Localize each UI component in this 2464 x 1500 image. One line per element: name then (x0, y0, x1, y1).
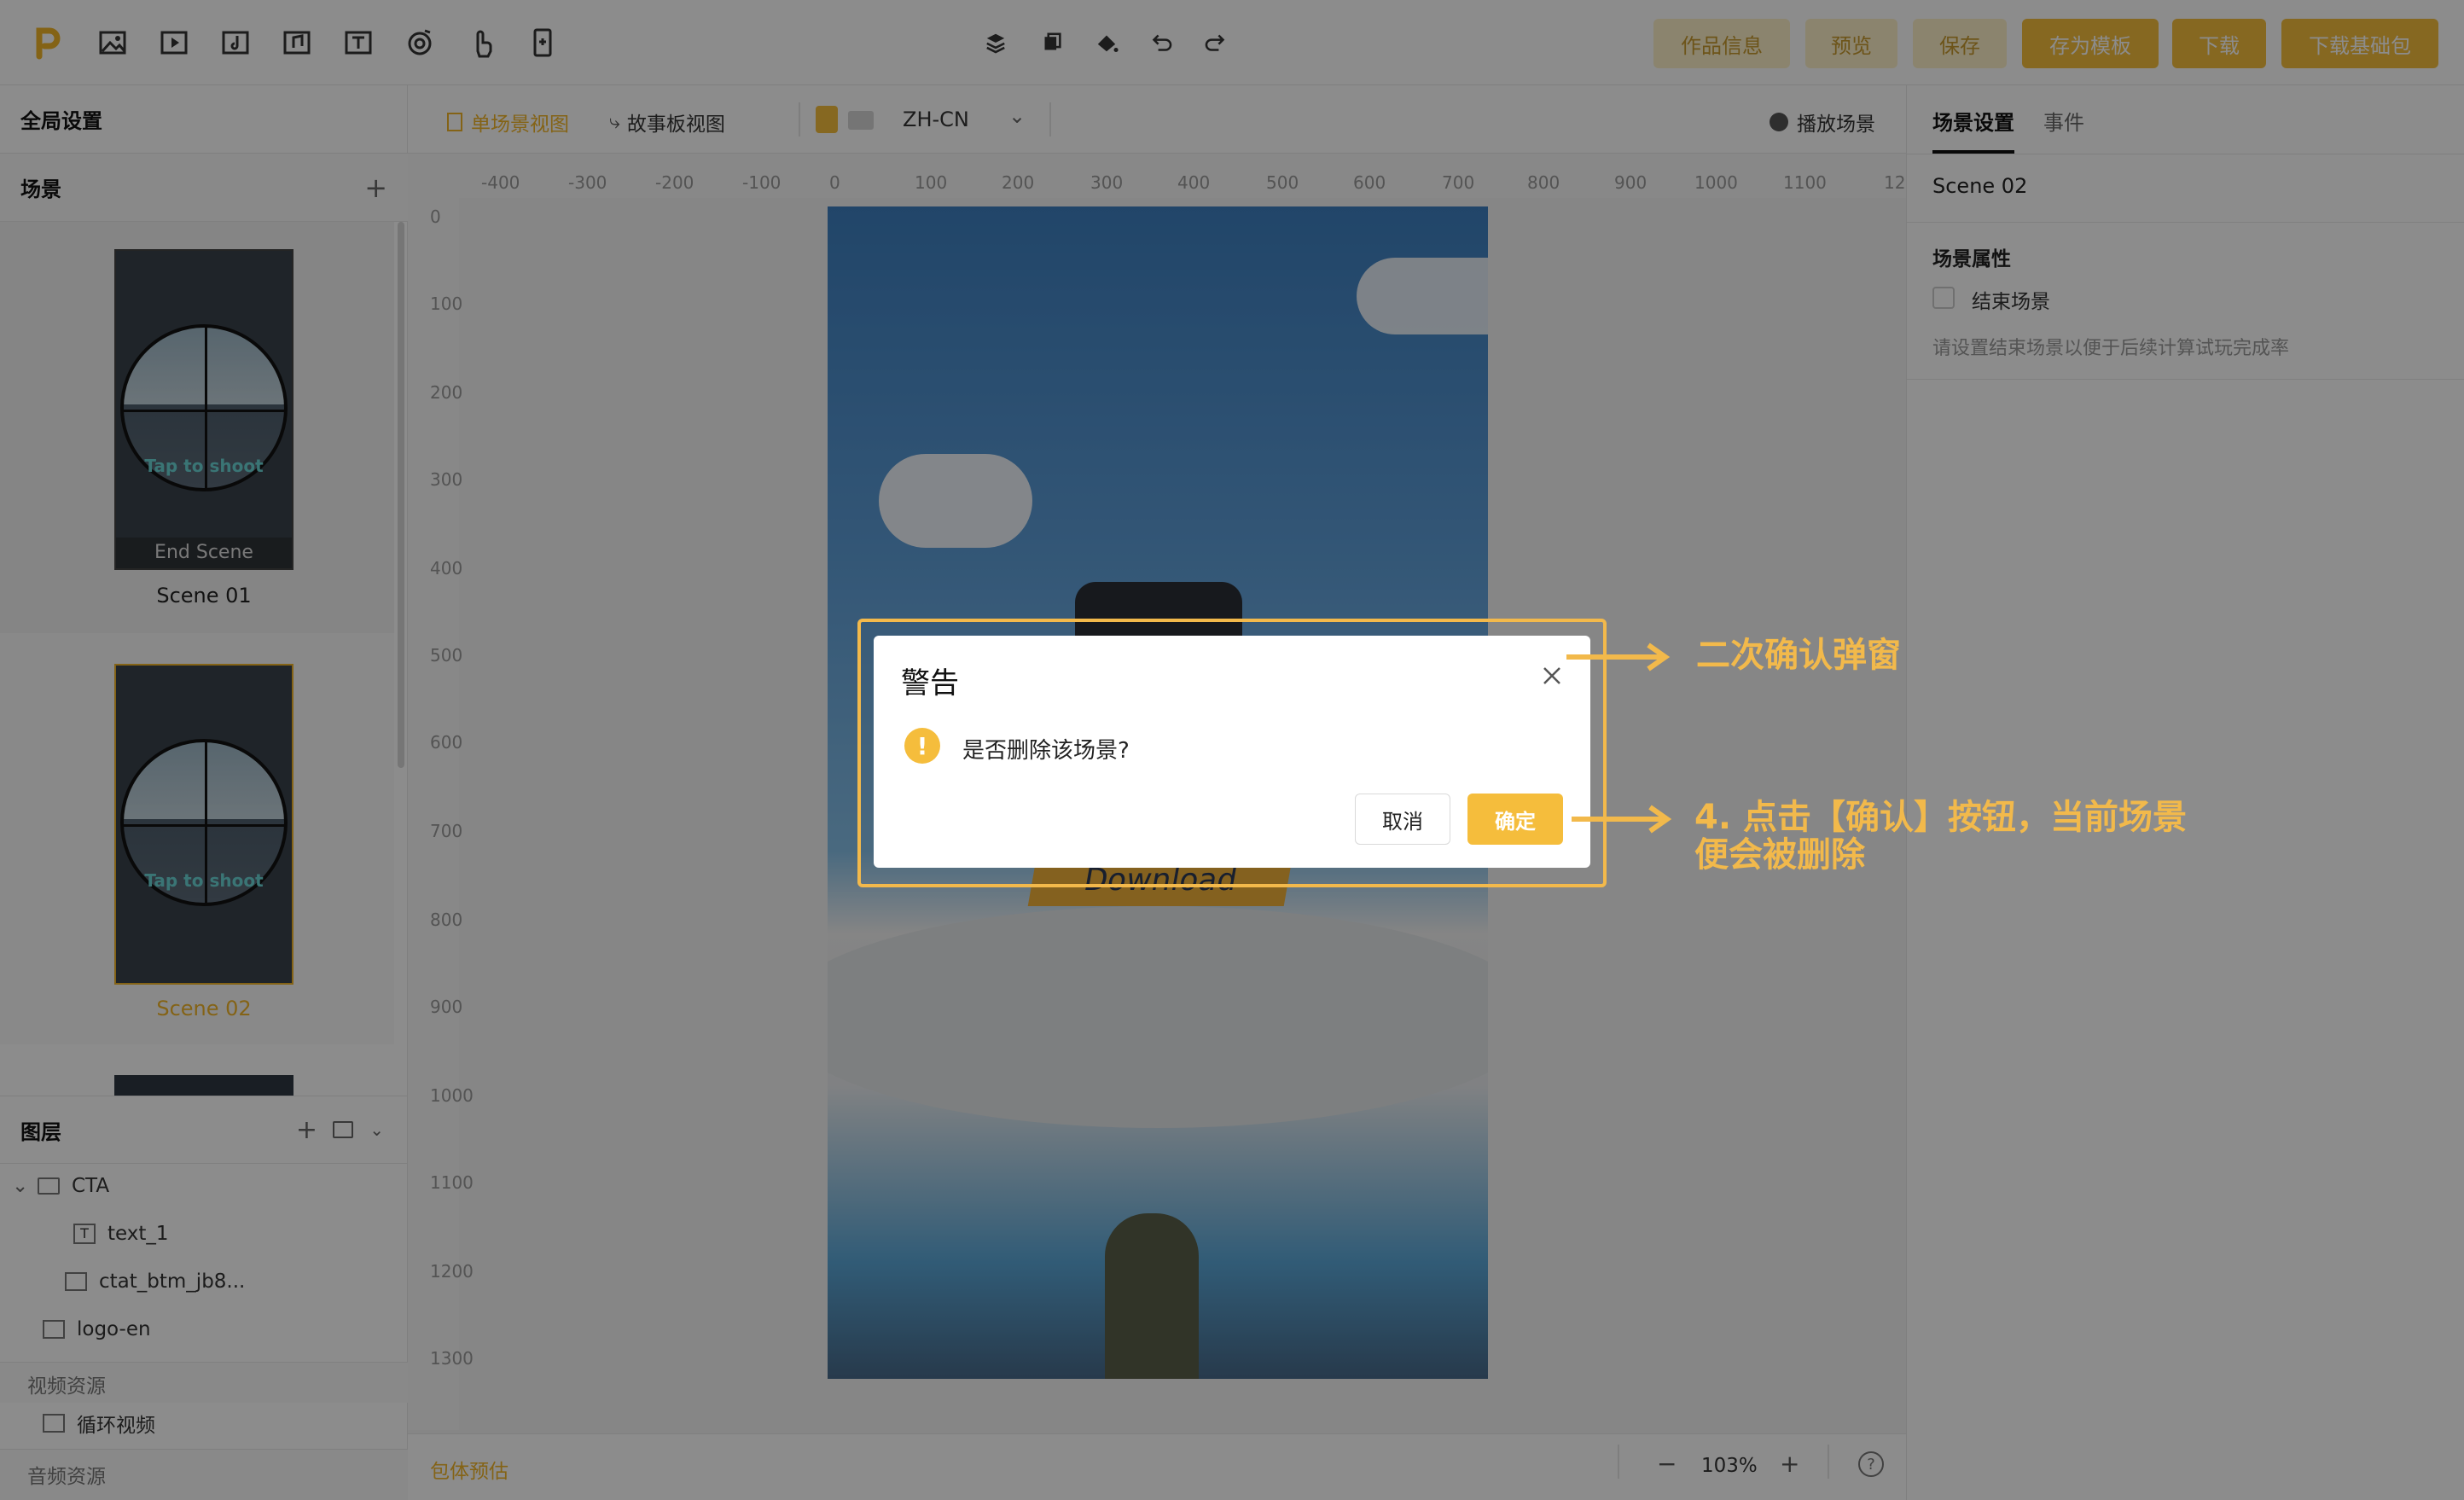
arrow-right-icon (1572, 802, 1674, 836)
confirm-button[interactable]: 确定 (1467, 794, 1563, 845)
cancel-button[interactable]: 取消 (1355, 794, 1450, 845)
close-icon[interactable] (1539, 663, 1565, 689)
dialog-message: 是否删除该场景? (962, 738, 1130, 764)
annotation-confirm-dialog: 二次确认弹窗 (1696, 636, 1901, 675)
annotation-line: 4. 点击【确认】按钮，当前场景 (1694, 798, 2187, 837)
dialog-title: 警告 (901, 666, 959, 701)
warning-icon: ! (904, 728, 940, 764)
arrow-right-icon (1566, 640, 1672, 674)
warning-dialog: 警告 ! 是否删除该场景? 取消 确定 (874, 636, 1590, 868)
annotation-confirm-step: 4. 点击【确认】按钮，当前场景 便会被删除 (1694, 799, 2187, 874)
annotation-line: 便会被删除 (1694, 835, 1865, 875)
